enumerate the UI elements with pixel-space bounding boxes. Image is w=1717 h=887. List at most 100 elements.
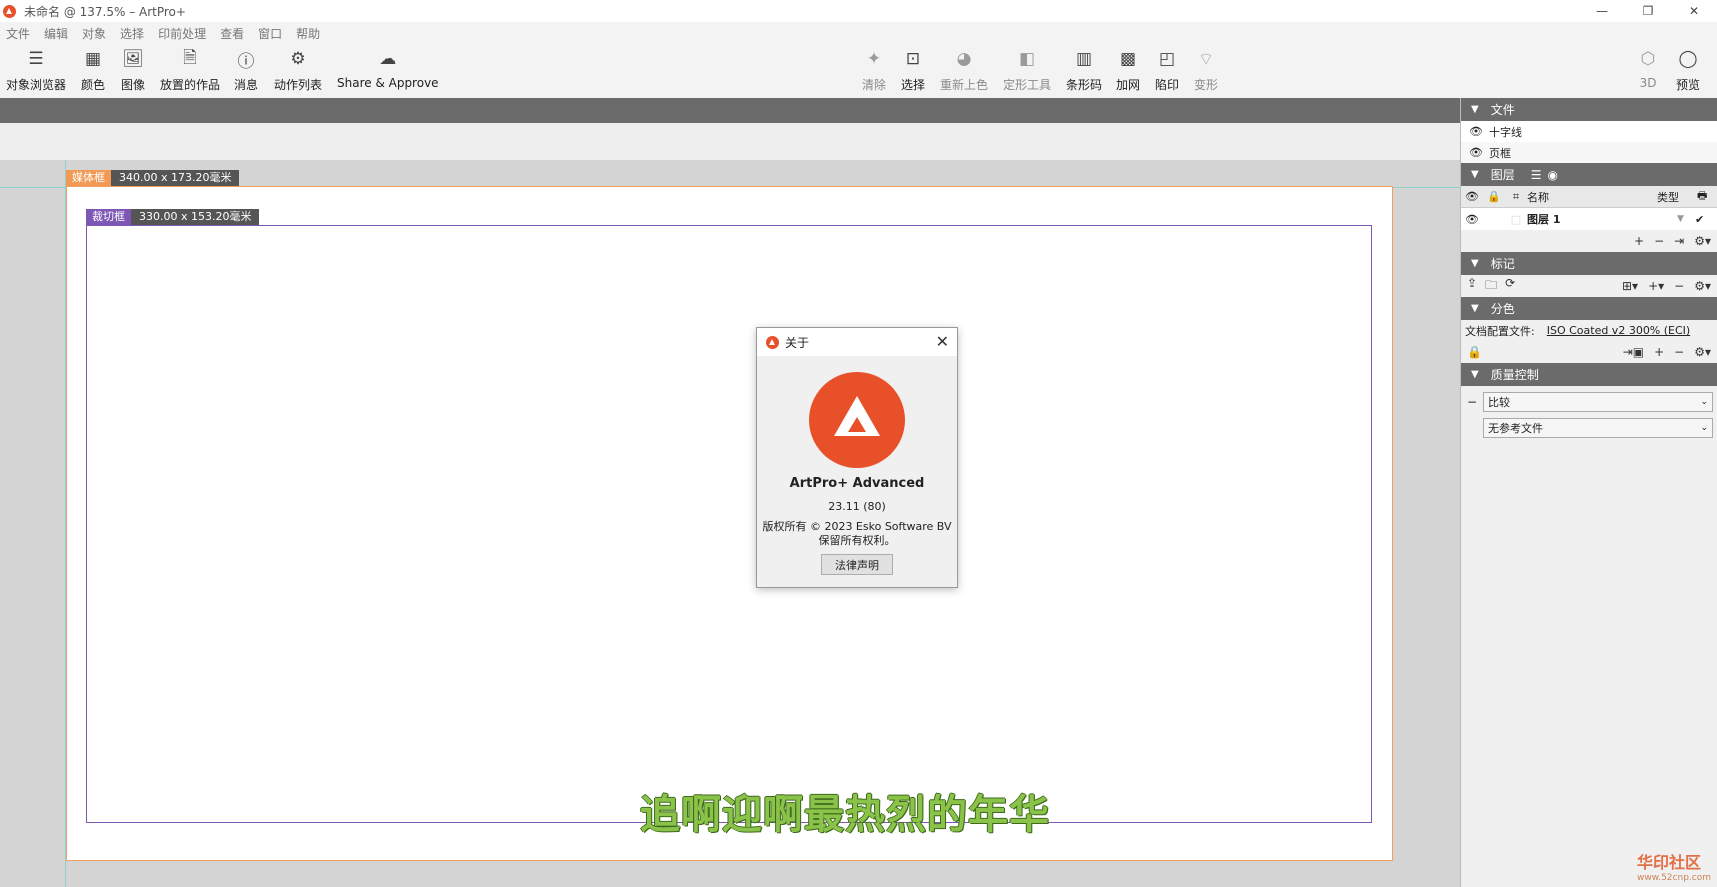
layer-row[interactable]: 👁 ⬚ 图层 1 ▼ ✔ xyxy=(1461,208,1717,230)
copyright-line-2: 保留所有权利。 xyxy=(818,534,896,547)
add-layer-button[interactable]: + xyxy=(1634,234,1644,248)
tool-screening[interactable]: ▩ 加网 xyxy=(1116,48,1140,93)
add-mark-box-icon[interactable]: ⊞▾ xyxy=(1622,279,1638,293)
list-view-icon[interactable]: ☰ xyxy=(1531,168,1542,182)
tool-label: 颜色 xyxy=(81,78,106,92)
profile-link[interactable]: ISO Coated v2 300% (ECI) xyxy=(1547,324,1691,337)
media-box-size: 340.00 x 173.20毫米 xyxy=(111,170,240,186)
tool-share-approve[interactable]: ☁ Share & Approve xyxy=(337,48,439,90)
chevron-down-icon[interactable]: ▼ xyxy=(1677,214,1691,224)
dialog-title: 关于 xyxy=(785,335,810,350)
frame-icon[interactable]: ⬚ xyxy=(1505,213,1527,226)
tool-clear[interactable]: ✦ 清除 xyxy=(862,48,886,93)
tool-images[interactable]: 🖼 图像 xyxy=(121,48,145,93)
tool-select[interactable]: ⊡ 选择 xyxy=(901,48,925,93)
tool-placed-art[interactable]: 🗎 放置的作品 xyxy=(160,48,220,93)
tool-messages[interactable]: ⓘ 消息 xyxy=(234,48,258,93)
menu-view[interactable]: 查看 xyxy=(220,25,244,42)
watermark-url: www.52cnp.com xyxy=(1636,873,1711,883)
marks-settings-gear-icon[interactable]: ⚙▾ xyxy=(1694,279,1711,293)
close-button[interactable]: ✕ xyxy=(1671,0,1717,22)
tool-trapping[interactable]: ◰ 陷印 xyxy=(1155,48,1179,93)
add-separation-button[interactable]: + xyxy=(1654,345,1664,359)
tool-label: 对象浏览器 xyxy=(6,78,67,92)
import-mark-icon[interactable]: ⇪ xyxy=(1467,276,1477,297)
barcode-icon: ▥ xyxy=(1075,49,1093,69)
menu-help[interactable]: 帮助 xyxy=(296,25,320,42)
tool-label: Share & Approve xyxy=(337,76,439,90)
tool-barcode[interactable]: ▥ 条形码 xyxy=(1066,48,1102,93)
document-canvas[interactable]: 媒体框 340.00 x 173.20毫米 裁切框 330.00 x 153.2… xyxy=(0,160,1460,887)
minus-icon[interactable]: − xyxy=(1467,395,1483,409)
layer-name[interactable]: 图层 1 xyxy=(1527,211,1677,227)
panel-document-header[interactable]: ▼ 文件 xyxy=(1461,98,1717,121)
tool-recolor[interactable]: ◕ 重新上色 xyxy=(940,48,988,93)
checkmark-icon[interactable]: ✔ xyxy=(1695,213,1704,226)
restore-button[interactable]: ❐ xyxy=(1625,0,1671,22)
separation-move-icon[interactable]: ⇥▣ xyxy=(1623,345,1644,359)
type-column-header[interactable]: 类型 xyxy=(1657,189,1697,205)
panel-title: 图层 xyxy=(1490,168,1515,182)
close-icon[interactable]: ✕ xyxy=(936,332,949,351)
tool-label: 图像 xyxy=(121,78,146,92)
panel-separations-header[interactable]: ▼ 分色 xyxy=(1461,297,1717,320)
name-column-header[interactable]: 名称 xyxy=(1527,189,1657,205)
tool-colors[interactable]: ▦ 颜色 xyxy=(81,48,105,93)
tool-label: 清除 xyxy=(862,78,887,92)
panel-quality-header[interactable]: ▼ 质量控制 xyxy=(1461,363,1717,386)
lock-column-icon: 🔒 xyxy=(1487,190,1501,203)
legal-notice-button[interactable]: 法律声明 xyxy=(821,554,893,575)
panel-marks-header[interactable]: ▼ 标记 xyxy=(1461,252,1717,275)
chevron-down-icon: ⌄ xyxy=(1700,397,1708,407)
add-mark-button[interactable]: +▾ xyxy=(1648,279,1664,293)
tool-object-browser[interactable]: ☰ 对象浏览器 xyxy=(6,48,66,93)
select-box-icon: ⊡ xyxy=(905,49,921,69)
profile-label: 文档配置文件: xyxy=(1465,324,1535,338)
tool-label: 陷印 xyxy=(1155,78,1180,92)
circle-view-icon[interactable]: ◉ xyxy=(1547,168,1557,182)
eye-icon[interactable]: 👁 xyxy=(1461,213,1483,226)
right-panel: ▼ 文件 👁 十字线 👁 页框 ▼ 图层 ☰ ◉ 👁 🔒 ⌗ 名称 类型 🖶 👁… xyxy=(1460,98,1717,887)
tool-3d[interactable]: ⬡ 3D xyxy=(1637,48,1659,90)
menu-prepress[interactable]: 印前处理 xyxy=(158,25,206,42)
document-item-page-frame[interactable]: 👁 页框 xyxy=(1461,142,1717,163)
remove-separation-button[interactable]: − xyxy=(1674,345,1684,359)
move-to-layer-icon[interactable]: ⇥ xyxy=(1674,234,1684,248)
tool-distortion[interactable]: ⌔ 变形 xyxy=(1194,48,1218,93)
remove-mark-button[interactable]: − xyxy=(1674,279,1684,293)
remove-layer-button[interactable]: − xyxy=(1654,234,1664,248)
eye-column-icon: 👁 xyxy=(1465,190,1479,203)
tool-label: 放置的作品 xyxy=(160,78,221,92)
eye-icon[interactable]: 👁 xyxy=(1469,146,1483,159)
trim-box-size: 330.00 x 153.20毫米 xyxy=(131,209,260,225)
separations-settings-gear-icon[interactable]: ⚙▾ xyxy=(1694,345,1711,359)
tool-label: 加网 xyxy=(1116,78,1141,92)
compare-select[interactable]: 比较 ⌄ xyxy=(1483,392,1713,412)
reference-file-select[interactable]: 无参考文件 ⌄ xyxy=(1483,418,1713,438)
minimize-button[interactable]: — xyxy=(1579,0,1625,22)
menu-select[interactable]: 选择 xyxy=(120,25,144,42)
layers-table-header: 👁 🔒 ⌗ 名称 类型 🖶 xyxy=(1461,186,1717,208)
menu-edit[interactable]: 编辑 xyxy=(44,25,68,42)
print-column-icon: 🖶 xyxy=(1697,189,1708,202)
main-toolbar: ☰ 对象浏览器 ▦ 颜色 🖼 图像 🗎 放置的作品 ⓘ 消息 ⚙ 动作列表 ☁ … xyxy=(0,44,1717,98)
menu-file[interactable]: 文件 xyxy=(6,25,30,42)
panel-layers-header[interactable]: ▼ 图层 ☰ ◉ xyxy=(1461,163,1717,186)
tool-preview[interactable]: ◯ 预览 xyxy=(1676,48,1700,93)
trim-box-tag: 裁切框 330.00 x 153.20毫米 xyxy=(86,209,260,225)
menu-object[interactable]: 对象 xyxy=(82,25,106,42)
collapse-triangle-icon: ▼ xyxy=(1471,258,1479,269)
tool-shape[interactable]: ◧ 定形工具 xyxy=(1003,48,1051,93)
shape-tool-icon: ◧ xyxy=(1018,49,1036,69)
eye-icon[interactable]: 👁 xyxy=(1469,125,1483,138)
tool-action-list[interactable]: ⚙ 动作列表 xyxy=(274,48,322,93)
refresh-icon[interactable]: ⟳ xyxy=(1505,276,1515,297)
lock-icon[interactable]: 🔒 xyxy=(1467,345,1482,359)
collapse-triangle-icon: ▼ xyxy=(1471,104,1479,115)
trim-box[interactable] xyxy=(86,225,1372,823)
dialog-title-bar: 关于 ✕ xyxy=(757,328,957,356)
document-item-crosshair[interactable]: 👁 十字线 xyxy=(1461,121,1717,142)
menu-window[interactable]: 窗口 xyxy=(258,25,282,42)
layer-settings-gear-icon[interactable]: ⚙▾ xyxy=(1694,234,1711,248)
open-folder-icon[interactable]: 🗀 xyxy=(1485,276,1497,297)
